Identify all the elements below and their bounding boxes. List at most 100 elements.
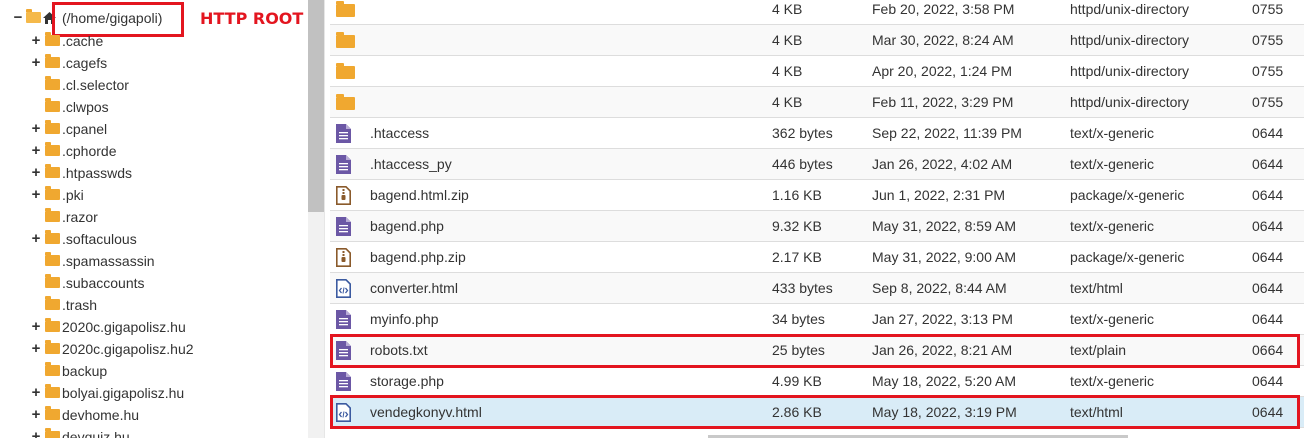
tree-item-label[interactable]: .razor [62, 206, 98, 228]
tree-item-label[interactable]: devquiz.hu [62, 426, 130, 438]
file-name[interactable]: myinfo.php [370, 304, 438, 335]
folder-icon [45, 252, 60, 266]
folder-icon [45, 208, 60, 222]
tree-item-label[interactable]: devhome.hu [62, 404, 139, 426]
expand-icon[interactable]: + [31, 316, 41, 338]
file-size: 4.99 KB [772, 373, 822, 389]
folder-open-icon [26, 9, 41, 23]
folder-icon [45, 32, 60, 46]
file-type: package/x-generic [1070, 187, 1185, 203]
file-size: 4 KB [772, 32, 803, 48]
directory-tree: − (/home/gigapoli) HTTP ROOT + .cache + .ca… [0, 0, 308, 438]
file-modified: May 31, 2022, 8:59 AM [872, 218, 1016, 234]
tree-item-label[interactable]: 2020c.gigapolisz.hu2 [62, 338, 194, 360]
file-name[interactable]: bagend.php [370, 211, 444, 242]
file-modified: Feb 20, 2022, 3:58 PM [872, 1, 1015, 17]
file-modified: Feb 11, 2022, 3:29 PM [872, 94, 1014, 110]
expand-icon[interactable]: + [31, 404, 41, 426]
table-row[interactable]: converter.html 433 bytes Sep 8, 2022, 8:44… [330, 273, 1304, 304]
expand-icon[interactable]: + [31, 118, 41, 140]
file-modified: Jun 1, 2022, 2:31 PM [872, 187, 1006, 203]
file-type: text/x-generic [1070, 373, 1155, 389]
file-name[interactable]: converter.html [370, 273, 458, 304]
expand-icon[interactable]: + [31, 52, 41, 74]
file-size: 1.16 KB [772, 187, 822, 203]
file-name[interactable]: .htaccess_py [370, 149, 452, 180]
table-row[interactable]: myinfo.php 34 bytes Jan 27, 2022, 3:13 PM t… [330, 304, 1304, 335]
file-name[interactable]: bagend.html.zip [370, 180, 469, 211]
file-permissions: 0644 [1252, 125, 1284, 141]
file-permissions: 0755 [1252, 94, 1284, 110]
table-row[interactable]: bagend.html.zip 1.16 KB Jun 1, 2022, 2:31 … [330, 180, 1304, 211]
expand-icon[interactable]: + [31, 228, 41, 250]
collapse-icon[interactable]: − [13, 7, 23, 29]
tree-item-label[interactable]: .cpanel [62, 118, 107, 140]
tree-item-label[interactable]: bolyai.gigapolisz.hu [62, 382, 184, 404]
folder-icon [45, 230, 60, 244]
folder-icon [45, 98, 60, 112]
tree-item-label[interactable]: .softaculous [62, 228, 137, 250]
table-row[interactable]: storage.php 4.99 KB May 18, 2022, 5:20 AM t… [330, 366, 1304, 397]
folder-icon [45, 362, 60, 376]
file-size: 4 KB [772, 94, 803, 110]
file-size: 362 bytes [772, 125, 833, 141]
table-row[interactable]: .htaccess 362 bytes Sep 22, 2022, 11:39 PM… [330, 118, 1304, 149]
table-row[interactable]: 4 KB Feb 20, 2022, 3:58 PM httpd/unix-dire… [330, 0, 1304, 25]
file-type: text/html [1070, 280, 1123, 296]
file-size: 9.32 KB [772, 218, 822, 234]
table-row[interactable]: bagend.php.zip 2.17 KB May 31, 2022, 9:00 … [330, 242, 1304, 273]
folder-icon [45, 164, 60, 178]
expand-icon[interactable]: + [31, 162, 41, 184]
file-type: httpd/unix-directory [1070, 94, 1190, 110]
expand-icon[interactable]: + [31, 140, 41, 162]
tree-item-label[interactable]: .trash [62, 294, 97, 316]
tree-item-label[interactable]: .cphorde [62, 140, 116, 162]
file-size: 2.17 KB [772, 249, 822, 265]
file-size: 4 KB [772, 1, 803, 17]
folder-icon [45, 120, 60, 134]
table-row[interactable]: bagend.php 9.32 KB May 31, 2022, 8:59 AM te… [330, 211, 1304, 242]
file-size: 4 KB [772, 63, 803, 79]
folder-icon [45, 76, 60, 90]
file-permissions: 0644 [1252, 280, 1284, 296]
expand-icon[interactable]: + [31, 184, 41, 206]
file-permissions: 0755 [1252, 32, 1284, 48]
file-type: httpd/unix-directory [1070, 32, 1190, 48]
file-modified: Jan 26, 2022, 4:02 AM [872, 156, 1013, 172]
file-size: 34 bytes [772, 311, 825, 327]
tree-item-label[interactable]: .pki [62, 184, 84, 206]
file-modified: Sep 22, 2022, 11:39 PM [872, 125, 1022, 141]
tree-item-label[interactable]: .cagefs [62, 52, 107, 74]
file-type: httpd/unix-directory [1070, 63, 1190, 79]
expand-icon[interactable]: + [31, 426, 41, 438]
file-permissions: 0755 [1252, 1, 1284, 17]
tree-item-label[interactable]: backup [62, 360, 107, 382]
folder-icon [45, 296, 60, 310]
file-permissions: 0644 [1252, 249, 1284, 265]
file-name[interactable]: storage.php [370, 366, 444, 397]
file-size: 446 bytes [772, 156, 833, 172]
expand-icon[interactable]: + [31, 382, 41, 404]
expand-icon[interactable]: + [31, 30, 41, 52]
file-name[interactable]: .htaccess [370, 118, 429, 149]
vendegkonyv-highlight-box [330, 395, 1300, 429]
table-row[interactable]: 4 KB Mar 30, 2022, 8:24 AM httpd/unix-dire… [330, 25, 1304, 56]
table-row[interactable]: .htaccess_py 446 bytes Jan 26, 2022, 4:02 … [330, 149, 1304, 180]
tree-item-label[interactable]: .htpasswds [62, 162, 132, 184]
tree-item-label[interactable]: .clwpos [62, 96, 109, 118]
table-row[interactable]: 4 KB Apr 20, 2022, 1:24 PM httpd/unix-dire… [330, 56, 1304, 87]
expand-icon[interactable]: + [31, 338, 41, 360]
tree-item-label[interactable]: .subaccounts [62, 272, 145, 294]
tree-item-label[interactable]: .cache [62, 30, 103, 52]
file-type: text/x-generic [1070, 125, 1155, 141]
tree-item-label[interactable]: .cl.selector [62, 74, 129, 96]
file-table: 4 KB Feb 20, 2022, 3:58 PM httpd/unix-dire… [330, 0, 1304, 438]
tree-item-label[interactable]: .spamassassin [62, 250, 155, 272]
tree-item-label[interactable]: 2020c.gigapolisz.hu [62, 316, 186, 338]
http-root-annotation: HTTP ROOT [200, 9, 304, 28]
file-type: httpd/unix-directory [1070, 1, 1190, 17]
file-name[interactable]: bagend.php.zip [370, 242, 466, 273]
table-row[interactable]: 4 KB Feb 11, 2022, 3:29 PM httpd/unix-dire… [330, 87, 1304, 118]
tree-scrollbar-thumb[interactable] [308, 0, 324, 212]
folder-icon [45, 274, 60, 288]
